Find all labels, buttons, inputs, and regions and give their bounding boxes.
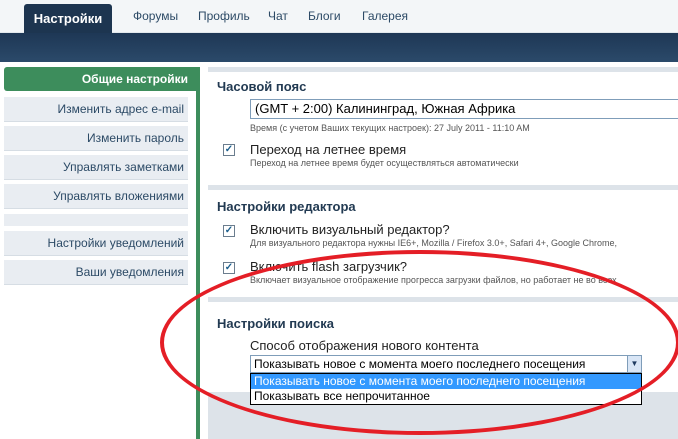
sidebar-spacer (4, 214, 188, 226)
search-display-select[interactable]: Показывать новое с момента моего последн… (250, 355, 642, 373)
sidebar-item-notification-settings[interactable]: Настройки уведомлений (4, 231, 188, 256)
timezone-heading: Часовой пояс (217, 79, 307, 94)
dropdown-option-since-last-visit[interactable]: Показывать новое с момента моего последн… (251, 374, 641, 389)
editor-heading: Настройки редактора (217, 199, 356, 214)
page-root: Настройки Форумы Профиль Чат Блоги Галер… (0, 0, 678, 439)
sidebar-item-your-notifications[interactable]: Ваши уведомления (4, 260, 188, 285)
search-display-options: Показывать новое с момента моего последн… (250, 373, 642, 405)
sidebar-item-change-password[interactable]: Изменить пароль (4, 126, 188, 151)
sidebar-divider (196, 67, 200, 439)
nav-profile[interactable]: Профиль (198, 9, 250, 23)
flash-uploader-checkbox[interactable]: ✓ (223, 262, 235, 274)
dropdown-option-all-unread[interactable]: Показывать все непрочитанное (251, 389, 641, 404)
flash-uploader-label: Включить flash загрузчик? (250, 259, 407, 274)
search-heading: Настройки поиска (217, 316, 334, 331)
section-separator (208, 67, 678, 72)
nav-forums[interactable]: Форумы (133, 9, 178, 23)
nav-chat[interactable]: Чат (268, 9, 288, 23)
search-display-label: Способ отображения нового контента (250, 338, 479, 353)
dst-hint: Переход на летнее время будет осуществля… (250, 158, 519, 168)
timezone-time-hint: Время (с учетом Ваших текущих настроек):… (250, 123, 530, 133)
chevron-down-icon[interactable]: ▼ (627, 356, 641, 372)
main-content: Часовой пояс (GMT + 2:00) Калининград, Ю… (208, 67, 678, 439)
tab-settings[interactable]: Настройки (24, 4, 112, 33)
nav-blogs[interactable]: Блоги (308, 9, 341, 23)
dst-label: Переход на летнее время (250, 142, 407, 157)
sidebar-item-manage-attachments[interactable]: Управлять вложениями (4, 184, 188, 209)
top-nav: Настройки Форумы Профиль Чат Блоги Галер… (0, 0, 678, 33)
sidebar: Общие настройки Изменить адрес e-mail Из… (4, 67, 200, 439)
flash-uploader-hint: Включает визуальное отображение прогресс… (250, 275, 617, 285)
header-band (0, 33, 678, 62)
section-separator (208, 185, 678, 190)
sidebar-item-change-email[interactable]: Изменить адрес e-mail (4, 97, 188, 122)
visual-editor-hint: Для визуального редактора нужны IE6+, Mo… (250, 238, 617, 248)
nav-gallery[interactable]: Галерея (362, 9, 408, 23)
sidebar-item-manage-notes[interactable]: Управлять заметками (4, 155, 188, 180)
section-separator (208, 297, 678, 302)
sidebar-item-general[interactable]: Общие настройки (4, 67, 196, 91)
timezone-select[interactable]: (GMT + 2:00) Калининград, Южная Африка (250, 99, 678, 119)
visual-editor-label: Включить визуальный редактор? (250, 222, 450, 237)
visual-editor-checkbox[interactable]: ✓ (223, 225, 235, 237)
dst-checkbox[interactable]: ✓ (223, 144, 235, 156)
